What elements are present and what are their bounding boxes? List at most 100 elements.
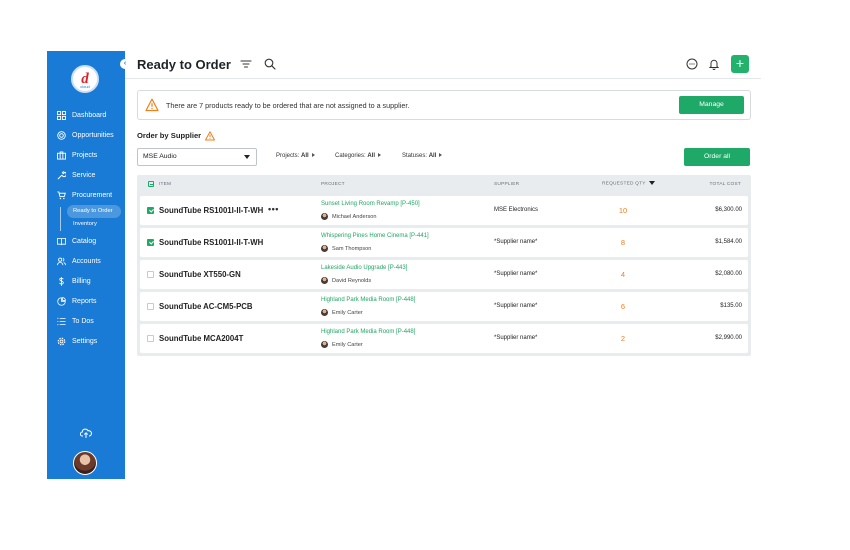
column-header-supplier[interactable]: SUPPLIER bbox=[494, 182, 519, 187]
project-link[interactable]: Highland Park Media Room [P-448] bbox=[321, 297, 415, 303]
row-checkbox[interactable] bbox=[147, 207, 154, 214]
more-options-icon[interactable]: ••• bbox=[268, 204, 279, 214]
supplier-select-value: MSE Audio bbox=[143, 153, 177, 160]
sort-down-icon bbox=[648, 181, 655, 185]
row-checkbox[interactable] bbox=[147, 335, 154, 342]
alert-text: There are 7 products ready to be ordered… bbox=[166, 101, 410, 110]
order-by-supplier-title: Order by Supplier bbox=[137, 131, 202, 140]
project-owner: Emily Carter bbox=[321, 341, 363, 348]
person-name: David Reynolds bbox=[332, 277, 372, 284]
sidebar-item-dashboard[interactable]: Dashboard bbox=[47, 105, 125, 125]
column-header-qty-label: REQUESTED QTY bbox=[602, 181, 646, 187]
column-header-item[interactable]: ITEM bbox=[159, 182, 171, 187]
statuses-filter[interactable]: Statuses: All bbox=[402, 153, 443, 159]
cloud-upload-icon[interactable] bbox=[80, 427, 92, 439]
supplier-name[interactable]: *Supplier name* bbox=[494, 335, 537, 341]
filter-label: Statuses: bbox=[402, 153, 428, 159]
sidebar-item-label: Opportunities bbox=[72, 131, 114, 139]
column-header-qty[interactable]: REQUESTED QTY bbox=[602, 181, 655, 186]
chat-icon[interactable] bbox=[686, 58, 698, 70]
dollar-icon bbox=[56, 276, 66, 286]
book-icon bbox=[56, 236, 66, 246]
supplier-name[interactable]: *Supplier name* bbox=[494, 271, 537, 277]
bell-icon[interactable] bbox=[708, 58, 720, 70]
column-header-project[interactable]: PROJECT bbox=[321, 182, 345, 187]
sidebar-item-label: Settings bbox=[72, 337, 98, 345]
table-row[interactable]: SoundTube XT550-GN Lakeside Audio Upgrad… bbox=[140, 260, 748, 289]
projects-filter[interactable]: Projects: All bbox=[276, 153, 315, 159]
filter-icon[interactable] bbox=[240, 58, 252, 70]
sidebar-subitem-inventory[interactable]: Inventory bbox=[67, 218, 125, 231]
sidebar-item-label: Billing bbox=[72, 277, 91, 285]
unassigned-alert: There are 7 products ready to be ordered… bbox=[137, 90, 751, 120]
add-button[interactable]: + bbox=[731, 55, 749, 73]
target-icon bbox=[56, 130, 66, 140]
item-name: SoundTube MCA2004T bbox=[159, 334, 244, 343]
caret-right-icon bbox=[378, 153, 382, 158]
person-name: Emily Carter bbox=[332, 341, 363, 348]
sidebar-item-billing[interactable]: Billing bbox=[47, 271, 125, 291]
user-avatar[interactable] bbox=[73, 451, 97, 475]
requested-qty: 2 bbox=[620, 334, 626, 343]
supplier-name[interactable]: *Supplier name* bbox=[494, 303, 537, 309]
sidebar-item-label: Dashboard bbox=[72, 111, 107, 119]
project-link[interactable]: Lakeside Audio Upgrade [P-443] bbox=[321, 265, 407, 271]
sidebar-item-todos[interactable]: To Dos bbox=[47, 311, 125, 331]
requested-qty: 8 bbox=[620, 238, 626, 247]
filter-value: All bbox=[367, 153, 376, 159]
requested-qty: 6 bbox=[620, 302, 626, 311]
table-row[interactable]: SoundTube AC-CM5-PCB Highland Park Media… bbox=[140, 292, 748, 321]
project-owner: David Reynolds bbox=[321, 277, 371, 284]
sidebar-item-settings[interactable]: Settings bbox=[47, 331, 125, 351]
select-all-checkbox[interactable] bbox=[148, 181, 154, 187]
sidebar-item-label: Accounts bbox=[72, 257, 101, 265]
item-name: SoundTube RS1001I-II-T-WH bbox=[159, 238, 264, 247]
person-avatar bbox=[321, 245, 328, 252]
sidebar-item-label: Reports bbox=[72, 297, 97, 305]
row-checkbox[interactable] bbox=[147, 239, 154, 246]
order-all-button[interactable]: Order all bbox=[684, 148, 750, 166]
sidebar-item-label: Procurement bbox=[72, 191, 113, 199]
row-checkbox[interactable] bbox=[147, 303, 154, 310]
sidebar-item-projects[interactable]: Projects bbox=[47, 145, 125, 165]
project-link[interactable]: Sunset Living Room Revamp [P-450] bbox=[321, 201, 420, 207]
grid-icon bbox=[56, 110, 66, 120]
pie-chart-icon bbox=[56, 296, 66, 306]
warning-icon bbox=[205, 131, 215, 141]
table-row[interactable]: SoundTube RS1001I-II-T-WH Whispering Pin… bbox=[140, 228, 748, 257]
logo[interactable]: d cloud bbox=[71, 65, 99, 93]
requested-qty: 10 bbox=[618, 206, 628, 215]
sidebar-item-catalog[interactable]: Catalog bbox=[47, 231, 125, 251]
categories-filter[interactable]: Categories: All bbox=[335, 153, 382, 159]
project-link[interactable]: Highland Park Media Room [P-448] bbox=[321, 329, 415, 335]
supplier-name[interactable]: MSE Electronics bbox=[494, 207, 538, 213]
supplier-name[interactable]: *Supplier name* bbox=[494, 239, 537, 245]
row-checkbox[interactable] bbox=[147, 271, 154, 278]
column-header-cost[interactable]: TOTAL COST bbox=[710, 182, 742, 187]
requested-qty: 4 bbox=[620, 270, 626, 279]
sidebar-item-opportunities[interactable]: Opportunities bbox=[47, 125, 125, 145]
caret-down-icon bbox=[244, 155, 250, 159]
filter-value: All bbox=[428, 153, 437, 159]
manage-button[interactable]: Manage bbox=[679, 96, 744, 114]
table-row[interactable]: SoundTube RS1001I-II-T-WH ••• Sunset Liv… bbox=[140, 196, 748, 225]
total-cost: $1,584.00 bbox=[715, 239, 742, 245]
briefcase-icon bbox=[56, 150, 66, 160]
sidebar-item-accounts[interactable]: Accounts bbox=[47, 251, 125, 271]
person-name: Emily Carter bbox=[332, 309, 363, 316]
warning-icon bbox=[145, 98, 159, 112]
sidebar-item-service[interactable]: Service bbox=[47, 165, 125, 185]
person-avatar bbox=[321, 309, 328, 316]
sidebar-item-label: To Dos bbox=[72, 317, 94, 325]
sidebar-item-reports[interactable]: Reports bbox=[47, 291, 125, 311]
project-link[interactable]: Whispering Pines Home Cinema [P-441] bbox=[321, 233, 429, 239]
gear-icon bbox=[56, 336, 66, 346]
filter-label: Projects: bbox=[276, 153, 300, 159]
table-row[interactable]: SoundTube MCA2004T Highland Park Media R… bbox=[140, 324, 748, 353]
supplier-select[interactable]: MSE Audio bbox=[137, 148, 257, 166]
sidebar-item-procurement[interactable]: Procurement bbox=[47, 185, 125, 205]
project-owner: Michael Anderson bbox=[321, 213, 376, 220]
total-cost: $2,080.00 bbox=[715, 271, 742, 277]
search-icon[interactable] bbox=[264, 58, 276, 70]
sidebar-subitem-ready-to-order[interactable]: Ready to Order bbox=[67, 205, 121, 218]
